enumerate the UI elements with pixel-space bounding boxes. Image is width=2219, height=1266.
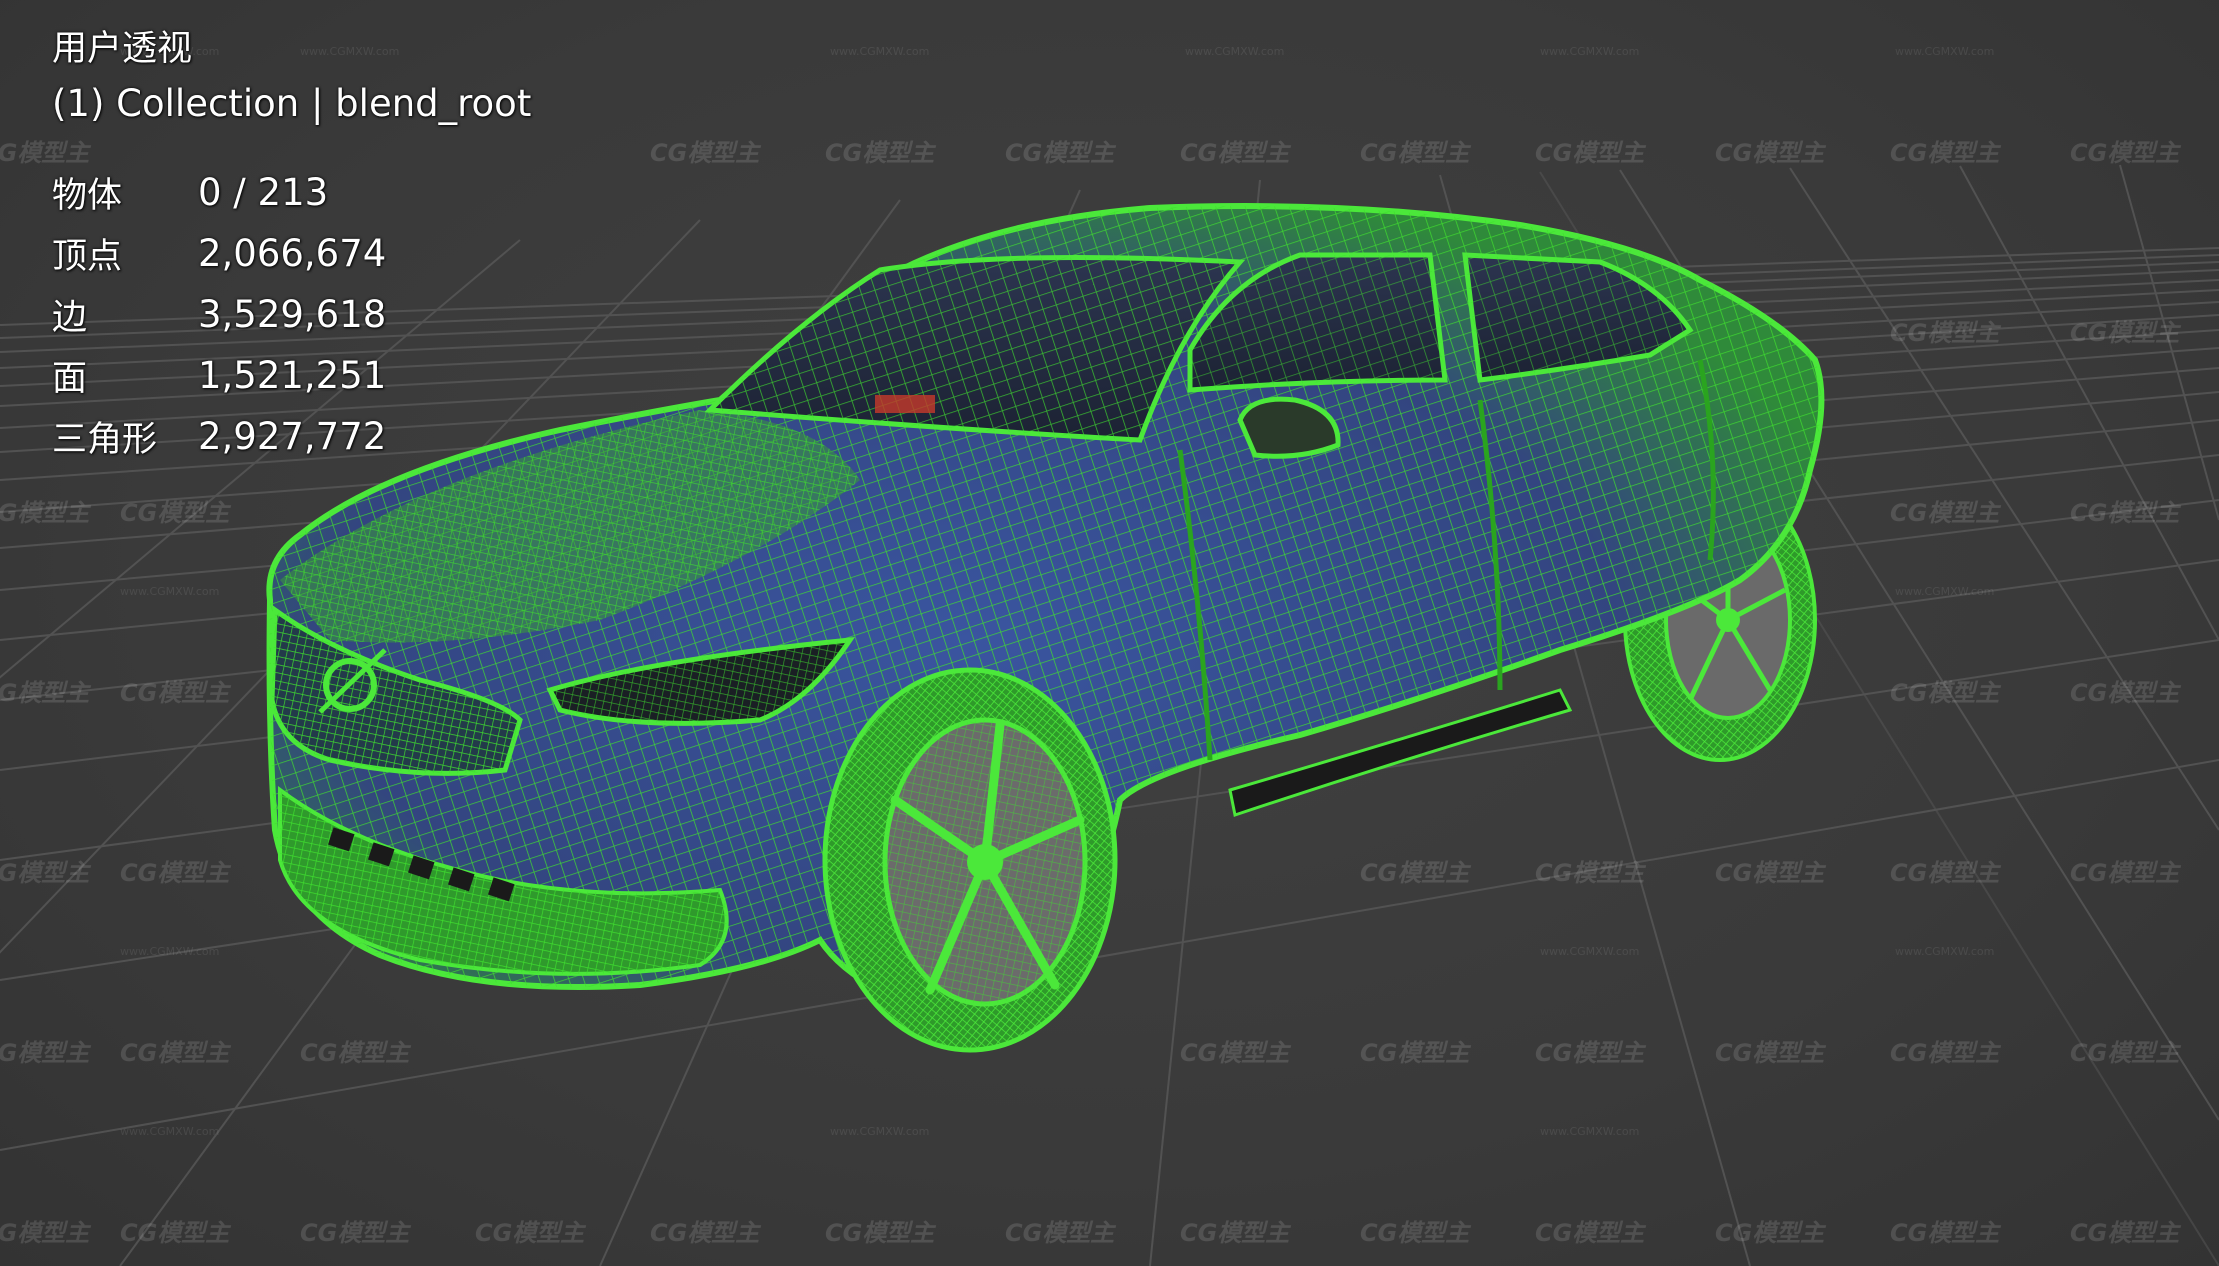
stat-row-vertices: 顶点 2,066,674: [52, 223, 531, 284]
front-wheel: [822, 667, 1118, 1053]
stat-value: 2,927,772: [198, 415, 387, 458]
view-name: 用户透视: [52, 29, 193, 69]
stat-label: 三角形: [52, 420, 158, 460]
stat-row-edges: 边 3,529,618: [52, 284, 531, 345]
stat-row-faces: 面 1,521,251: [52, 345, 531, 406]
3d-viewport[interactable]: CG模型主 CG模型主 CG模型主 CG模型主 CG模型主 CG模型主 CG模型…: [0, 0, 2219, 1266]
stat-value: 2,066,674: [198, 232, 387, 275]
stat-value: 3,529,618: [198, 293, 387, 336]
viewport-text-overlay: 用户透视 (1) Collection | blend_root 物体 0 / …: [52, 22, 531, 467]
stat-value: 0 / 213: [198, 171, 329, 214]
scene-statistics: 物体 0 / 213 顶点 2,066,674 边 3,529,618 面 1,…: [52, 162, 531, 467]
stat-row-triangles: 三角形 2,927,772: [52, 406, 531, 467]
stat-label: 顶点: [52, 237, 123, 277]
stat-row-objects: 物体 0 / 213: [52, 162, 531, 223]
stat-label: 物体: [52, 176, 123, 216]
stat-value: 1,521,251: [198, 354, 387, 397]
stat-label: 边: [52, 298, 88, 338]
stat-label: 面: [52, 359, 88, 399]
collection-label: (1) Collection | blend_root: [52, 82, 532, 125]
